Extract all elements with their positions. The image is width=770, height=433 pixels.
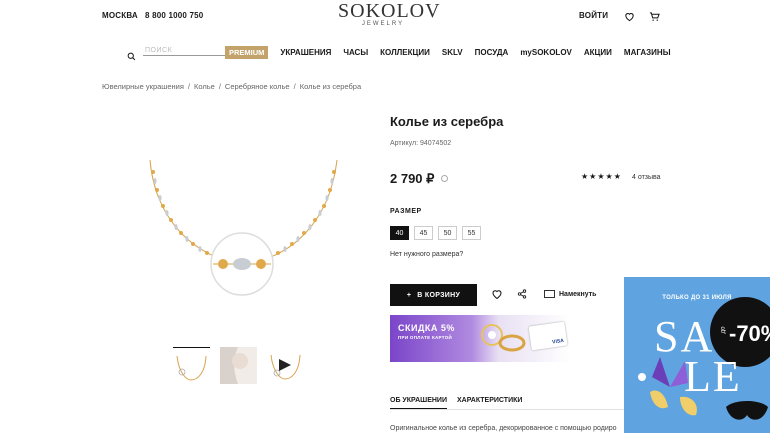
add-to-cart-label: В КОРЗИНУ (417, 291, 461, 299)
tabs-divider (390, 409, 630, 410)
nav-item-watches[interactable]: ЧАСЫ (343, 48, 368, 57)
nav-item-mysokolov[interactable]: mySOKOLOV (520, 48, 572, 57)
login-link[interactable]: ВОЙТИ (579, 11, 608, 20)
card-discount-banner[interactable]: СКИДКА 5% ПРИ ОПЛАТЕ КАРТОЙ VISA (390, 315, 571, 362)
product-price: 2 790 ₽ (390, 171, 435, 186)
size-option[interactable]: 50 (438, 226, 457, 240)
hint-label: Намекнуть (559, 290, 597, 298)
size-selector: 40 45 50 55 (390, 226, 481, 240)
sale-popup-banner[interactable]: ТОЛЬКО ДО 31 ИЮЛЯ до -70% SA LE (624, 277, 770, 433)
bank-card-image: VISA (528, 321, 568, 351)
mask-illustration (724, 397, 770, 432)
jewelry-illustration (478, 319, 528, 362)
promo-subtitle: ПРИ ОПЛАТЕ КАРТОЙ (398, 335, 453, 340)
discount-upto: до (720, 326, 727, 334)
nav-item-tableware[interactable]: ПОСУДА (475, 48, 509, 57)
nav-item-jewelry[interactable]: УКРАШЕНИЯ (280, 48, 331, 57)
size-option[interactable]: 45 (414, 226, 433, 240)
breadcrumb-item[interactable]: Колье (194, 82, 215, 91)
page-title: Колье из серебра (390, 114, 504, 129)
phone-number[interactable]: 8 800 1000 750 (145, 11, 203, 20)
promo-title: СКИДКА 5% (398, 323, 455, 333)
add-to-cart-button[interactable]: + В КОРЗИНУ (390, 284, 477, 306)
share-icon[interactable] (517, 289, 527, 302)
main-nav: PREMIUM УКРАШЕНИЯ ЧАСЫ КОЛЛЕКЦИИ SKLV ПО… (225, 46, 683, 59)
breadcrumb: Ювелирные украшения / Колье / Серебряное кол… (102, 82, 362, 91)
size-label: РАЗМЕР (390, 208, 422, 215)
favorites-icon[interactable] (624, 9, 635, 27)
tab-about[interactable]: ОБ УКРАШЕНИИ (390, 397, 447, 404)
envelope-icon (544, 290, 555, 298)
breadcrumb-item[interactable]: Колье из серебра (300, 82, 361, 91)
breadcrumb-item[interactable]: Серебряное колье (225, 82, 290, 91)
thumbnail-strip (173, 347, 304, 384)
search-input[interactable]: ПОИСК (145, 47, 172, 54)
nav-item-stores[interactable]: МАГАЗИНЫ (624, 48, 671, 57)
nav-item-sales[interactable]: АКЦИИ (584, 48, 612, 57)
size-help-link[interactable]: Нет нужного размера? (390, 251, 463, 258)
size-option[interactable]: 40 (390, 226, 409, 240)
thumbnail-video[interactable] (267, 347, 304, 384)
product-tabs: ОБ УКРАШЕНИИ ХАРАКТЕРИСТИКИ (390, 397, 522, 404)
product-sku: Артикул: 94074502 (390, 140, 452, 147)
size-option[interactable]: 55 (462, 226, 481, 240)
rating-stars: ★★★★★ (581, 172, 622, 181)
product-image[interactable] (145, 159, 345, 305)
promo-text: СКИДКА 5% ПРИ ОПЛАТЕ КАРТОЙ (398, 323, 455, 340)
product-description: Оригинальное колье из серебра, декориров… (390, 425, 617, 432)
nav-item-collections[interactable]: КОЛЛЕКЦИИ (380, 48, 430, 57)
search-icon[interactable] (127, 48, 136, 66)
logo[interactable]: SOKOLOV JEWELRY (338, 0, 441, 27)
nav-premium[interactable]: PREMIUM (225, 46, 269, 59)
info-icon[interactable] (441, 175, 448, 182)
cart-icon[interactable] (649, 9, 660, 27)
nav-item-sklv[interactable]: SKLV (442, 48, 463, 57)
reviews-link[interactable]: 4 отзыва (632, 174, 661, 181)
plus-icon: + (406, 291, 412, 299)
logo-text: SOKOLOV (338, 0, 441, 22)
thumbnail-necklace[interactable] (173, 347, 210, 384)
breadcrumb-item[interactable]: Ювелирные украшения (102, 82, 184, 91)
tab-specs[interactable]: ХАРАКТЕРИСТИКИ (457, 397, 522, 404)
discount-percent: -70% (729, 321, 770, 346)
active-tab-indicator (390, 408, 447, 409)
add-to-favorites-icon[interactable] (491, 288, 503, 302)
city-selector[interactable]: МОСКВА (102, 11, 138, 20)
card-brand: VISA (551, 337, 565, 346)
thumbnail-model[interactable] (220, 347, 257, 384)
butterfly-jewelry-illustration (630, 347, 710, 432)
hint-button[interactable]: Намекнуть (544, 290, 596, 298)
